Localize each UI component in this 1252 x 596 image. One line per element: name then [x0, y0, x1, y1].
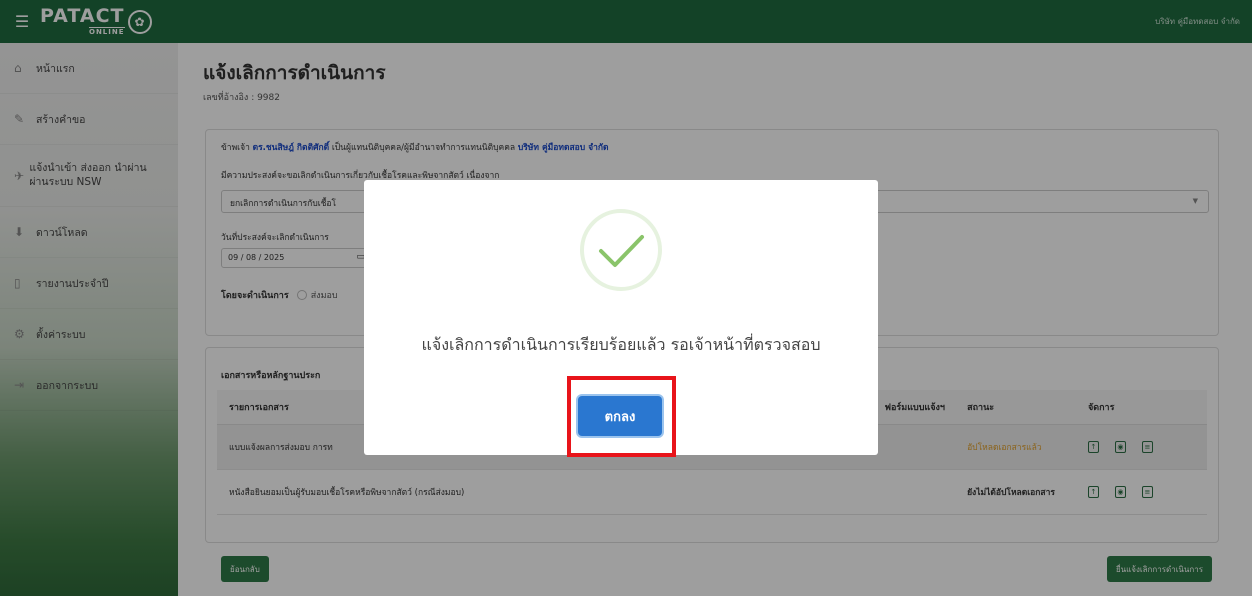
success-check-icon: [571, 200, 671, 300]
dialog-message: แจ้งเลิกการดำเนินการเรียบร้อยแล้ว รอเจ้า…: [421, 335, 821, 354]
highlight-box: [567, 376, 676, 457]
